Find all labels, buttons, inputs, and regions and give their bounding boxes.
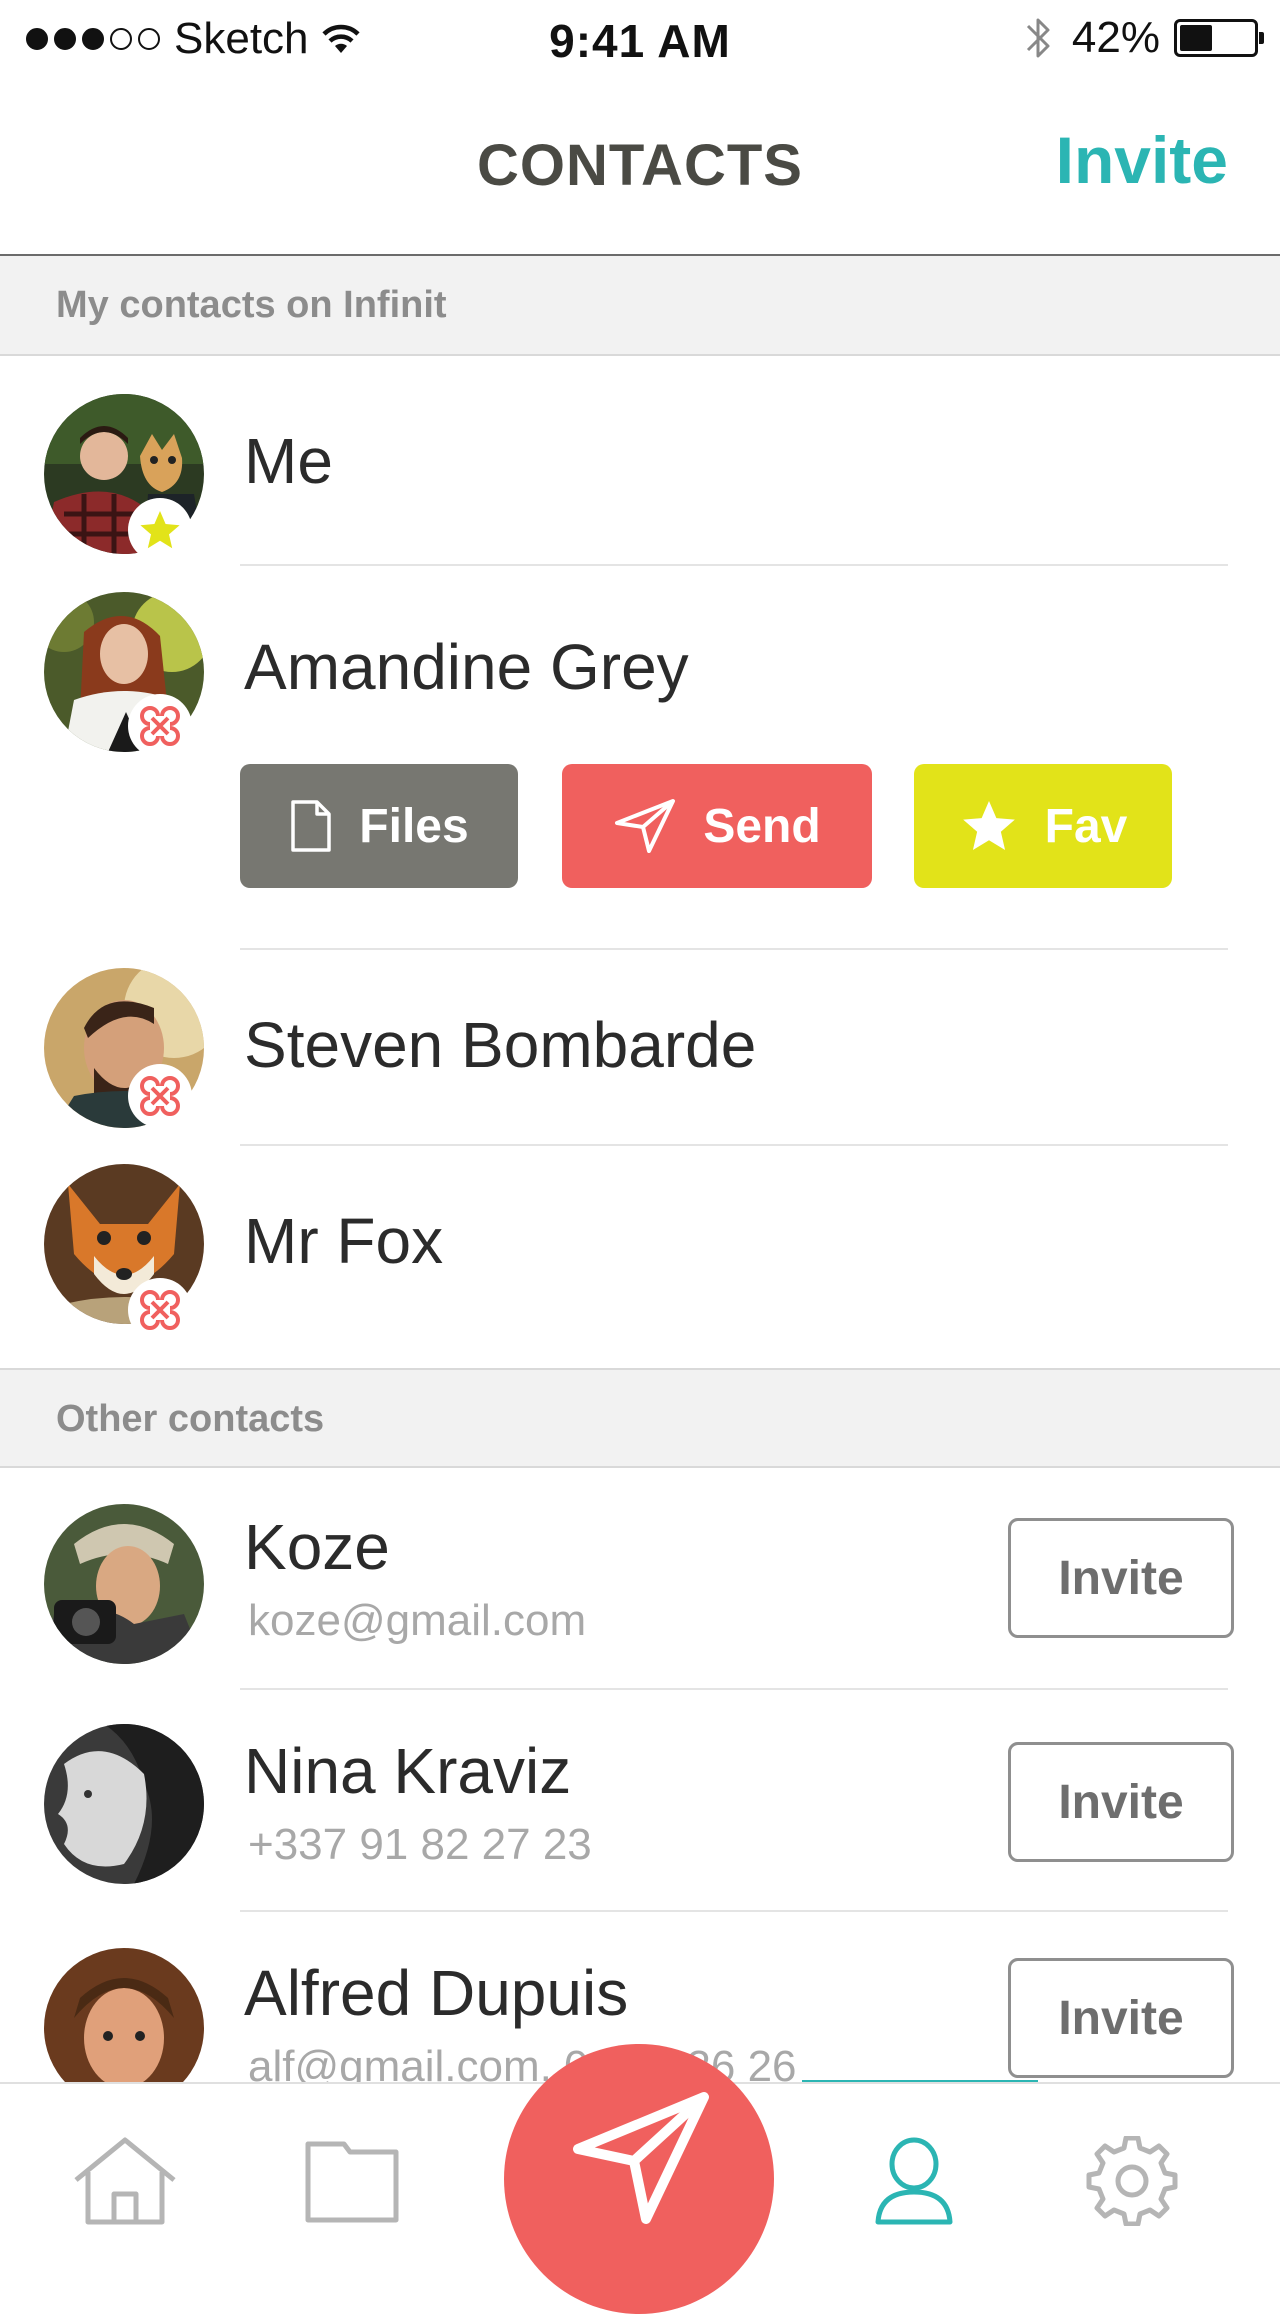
invite-button[interactable]: Invite	[1008, 1958, 1234, 2078]
infinit-logo-icon	[140, 1290, 180, 1330]
settings-icon	[1086, 2135, 1178, 2227]
send-icon	[615, 799, 676, 853]
contact-row-steven[interactable]: Steven Bombarde	[0, 950, 1280, 1146]
send-fab-button[interactable]	[504, 2044, 774, 2314]
section-header-infinit: My contacts on Infinit	[0, 256, 1280, 356]
avatar	[44, 1504, 204, 1664]
contact-name: Nina Kraviz	[244, 1735, 572, 1807]
contact-row-mr-fox[interactable]: Mr Fox	[0, 1146, 1280, 1368]
tab-settings[interactable]	[1084, 2135, 1180, 2231]
infinit-badge	[128, 1064, 192, 1128]
section-title: My contacts on Infinit	[56, 284, 447, 326]
avatar	[44, 1948, 204, 2082]
avatar	[44, 1724, 204, 1884]
contact-row-amandine[interactable]: Amandine Grey Files Send Fav	[0, 566, 1280, 950]
contact-name: Steven Bombarde	[244, 1009, 757, 1081]
tab-files[interactable]	[304, 2136, 400, 2231]
star-icon	[962, 800, 1015, 850]
fav-label: Fav	[1044, 799, 1128, 853]
favorite-button[interactable]: Fav	[914, 764, 1172, 888]
contact-row-koze[interactable]: Koze koze@gmail.com Invite	[0, 1468, 1280, 1690]
home-icon	[74, 2137, 176, 2225]
battery-percent: 42%	[1071, 13, 1160, 62]
send-button[interactable]: Send	[562, 764, 872, 888]
contacts-icon	[875, 2137, 953, 2225]
send-label: Send	[703, 799, 821, 853]
infinit-badge	[128, 1278, 192, 1342]
contact-email: koze@gmail.com	[248, 1596, 587, 1645]
infinit-logo-icon	[140, 706, 180, 746]
send-icon	[573, 2092, 709, 2224]
invite-button[interactable]: Invite	[1008, 1742, 1234, 1862]
contact-row-nina[interactable]: Nina Kraviz +337 91 82 27 23 Invite	[0, 1690, 1280, 1912]
section-header-other: Other contacts	[0, 1368, 1280, 1468]
contact-name: Alfred Dupuis	[244, 1957, 629, 2029]
contact-name: Mr Fox	[244, 1205, 444, 1277]
contact-name: Koze	[244, 1511, 390, 1583]
tab-home[interactable]	[70, 2136, 180, 2231]
status-right: 42%	[1024, 12, 1264, 64]
status-bar: Sketch 9:41 AM 42%	[0, 0, 1280, 80]
contact-row-me[interactable]: Me	[0, 356, 1280, 566]
section-title: Other contacts	[56, 1398, 325, 1440]
invite-button[interactable]: Invite	[1008, 1518, 1234, 1638]
infinit-badge	[128, 694, 192, 758]
folder-icon	[305, 2141, 399, 2223]
files-button[interactable]: Files	[240, 764, 518, 888]
tab-contacts[interactable]	[874, 2136, 954, 2231]
bluetooth-icon	[1026, 18, 1050, 58]
file-icon	[291, 800, 332, 852]
contact-phone: +337 91 82 27 23	[248, 1820, 592, 1869]
contact-name: Me	[244, 425, 333, 497]
invite-header-button[interactable]: Invite	[1056, 122, 1228, 198]
favorite-badge	[128, 498, 192, 562]
navigation-bar: CONTACTS Invite	[0, 80, 1280, 256]
contact-name: Amandine Grey	[244, 631, 689, 703]
files-label: Files	[359, 799, 469, 853]
battery-icon	[1174, 19, 1264, 57]
infinit-logo-icon	[140, 1076, 180, 1116]
star-icon	[140, 511, 180, 549]
